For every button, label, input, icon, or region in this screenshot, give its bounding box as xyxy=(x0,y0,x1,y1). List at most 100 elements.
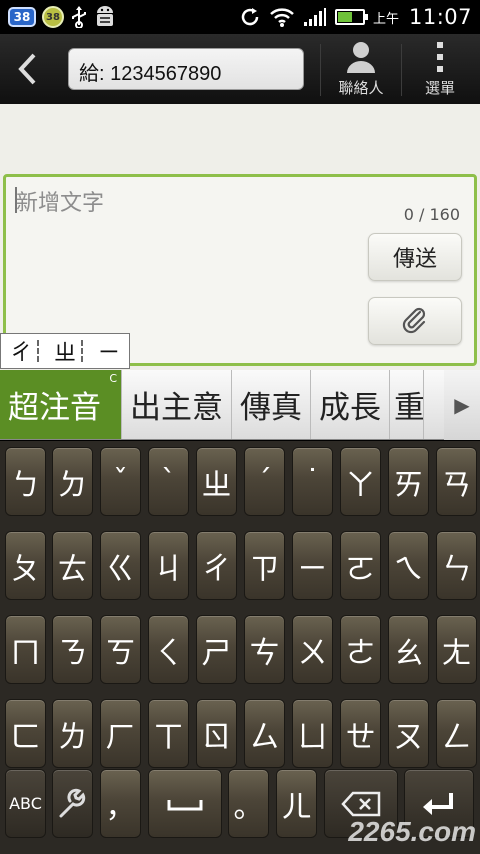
key-label: ㄤ xyxy=(441,635,472,671)
zhuyin-key[interactable]: ㄛ xyxy=(340,531,381,600)
input-mode-button[interactable]: 超注音 C xyxy=(0,370,122,439)
backspace-icon xyxy=(341,791,381,816)
zhuyin-key[interactable]: ㄔ xyxy=(196,531,237,600)
wrench-icon xyxy=(59,788,85,817)
send-label: 傳送 xyxy=(392,247,437,272)
zhuyin-key[interactable]: ㄇ xyxy=(5,615,46,684)
candidate-bar: 超注音 C 出主意 傳真 成長 重 ▶ xyxy=(0,370,480,440)
composition-preedit: ㄔ ㄓ ㄧ xyxy=(0,333,131,369)
key-label: ㄢ xyxy=(441,467,472,503)
key-label: ˇ xyxy=(113,464,128,499)
zhuyin-key[interactable]: ㄗ xyxy=(244,531,285,600)
zhuyin-key[interactable]: ˙ xyxy=(292,447,333,516)
divider xyxy=(401,44,402,96)
back-button[interactable] xyxy=(0,34,54,104)
key-label: ㄝ xyxy=(345,719,376,755)
usb-icon xyxy=(72,6,86,28)
zhuyin-key[interactable]: ㄊ xyxy=(52,531,93,600)
zhuyin-key[interactable]: ㄜ xyxy=(340,615,381,684)
more-candidates-button[interactable]: ▶ xyxy=(444,370,480,440)
am-pm-label: 上午 xyxy=(372,11,399,27)
overflow-menu-icon xyxy=(437,41,443,72)
notification-badge: 38 xyxy=(8,7,36,27)
zhuyin-key[interactable]: ㄟ xyxy=(388,531,429,600)
key-label: ㄖ xyxy=(201,719,232,755)
title-bar: 給: 1234567890 聯絡人 選單 xyxy=(0,34,480,104)
zhuyin-key[interactable]: ㄖ xyxy=(196,699,237,768)
zhuyin-key[interactable]: ㄢ xyxy=(436,447,477,516)
zhuyin-key[interactable]: ㄧ xyxy=(292,531,333,600)
zhuyin-key[interactable]: ㄆ xyxy=(5,531,46,600)
send-button[interactable]: 傳送 xyxy=(368,233,462,281)
zhuyin-key[interactable]: ㄅ xyxy=(5,447,46,516)
wifi-icon xyxy=(270,8,294,27)
key-label: ㄉ xyxy=(57,467,88,503)
zhuyin-key[interactable]: ㄝ xyxy=(340,699,381,768)
recipient-field[interactable]: 給: 1234567890 xyxy=(68,48,304,90)
key-label: ㄏ xyxy=(105,719,136,755)
key-label: ㄩ xyxy=(297,719,328,755)
zhuyin-key[interactable]: ㄈ xyxy=(5,699,46,768)
zhuyin-key[interactable]: ㄉ xyxy=(52,447,93,516)
key-label: ㄒ xyxy=(153,719,184,755)
zhuyin-key[interactable]: ㄨ xyxy=(292,615,333,684)
zhuyin-key[interactable]: ㄕ xyxy=(196,615,237,684)
message-input[interactable]: 新增文字 xyxy=(16,185,104,217)
zhuyin-key[interactable]: ㄣ xyxy=(436,531,477,600)
preedit-syllable: ㄔ xyxy=(10,341,33,366)
abc-label: ABC xyxy=(9,794,42,813)
zhuyin-key[interactable]: ㄏ xyxy=(100,699,141,768)
zhuyin-key[interactable]: ˊ xyxy=(244,447,285,516)
candidate-item[interactable]: 出主意 xyxy=(122,370,232,439)
menu-button[interactable]: 選單 xyxy=(408,34,472,104)
zhuyin-key[interactable]: ㄑ xyxy=(148,615,189,684)
zhuyin-key[interactable]: ㄞ xyxy=(388,447,429,516)
zhuyin-key[interactable]: ㄠ xyxy=(388,615,429,684)
zhuyin-key[interactable]: ㄋ xyxy=(52,615,93,684)
preedit-syllable: ㄓ xyxy=(54,341,77,366)
zhuyin-key[interactable]: ㄩ xyxy=(292,699,333,768)
space-key[interactable] xyxy=(148,769,222,838)
comma-key[interactable]: ， xyxy=(100,769,141,838)
candidate-item[interactable]: 重 xyxy=(390,370,424,439)
zhuyin-keyboard: ㄅㄉ ˇ ˋ ㄓ ˊ ˙ ㄚㄞㄢㄆㄊㄍㄐㄔㄗㄧㄛㄟㄣㄇㄋㄎㄑㄕㄘㄨㄜㄠㄤㄈㄌㄏㄒㄖㄙㄩㄝㄡㄥ… xyxy=(0,441,480,854)
zhuyin-key[interactable]: ˋ xyxy=(148,447,189,516)
status-bar: 38 38 上午 11:07 xyxy=(0,0,480,34)
key-label: ˊ xyxy=(257,464,272,499)
zhuyin-key[interactable]: ㄍ xyxy=(100,531,141,600)
zhuyin-key[interactable]: ˇ xyxy=(100,447,141,516)
key-label: ㄛ xyxy=(345,551,376,587)
zhuyin-key[interactable]: ㄓ xyxy=(196,447,237,516)
zhuyin-key[interactable]: ㄙ xyxy=(244,699,285,768)
zhuyin-key[interactable]: ㄎ xyxy=(100,615,141,684)
contacts-button[interactable]: 聯絡人 xyxy=(330,34,392,104)
key-label: ㄎ xyxy=(105,635,136,671)
candidate-item[interactable]: 成長 xyxy=(311,370,390,439)
key-label: ㄇ xyxy=(10,635,41,671)
input-mode-label: 超注音 xyxy=(8,390,101,426)
paperclip-icon xyxy=(402,307,426,334)
divider xyxy=(320,44,321,96)
zhuyin-key[interactable]: ㄒ xyxy=(148,699,189,768)
zhuyin-key[interactable]: ㄚ xyxy=(340,447,381,516)
zhuyin-key[interactable]: ㄥ xyxy=(436,699,477,768)
key-label: ㄑ xyxy=(153,635,184,671)
key-label: ㄕ xyxy=(201,635,232,671)
key-label: ㄊ xyxy=(57,551,88,587)
preedit-syllable: ㄧ xyxy=(98,341,121,366)
period-label: 。 xyxy=(233,789,264,825)
zhuyin-key[interactable]: ㄐ xyxy=(148,531,189,600)
abc-key[interactable]: ABC xyxy=(5,769,46,838)
zhuyin-key[interactable]: ㄌ xyxy=(52,699,93,768)
key-label: ㄍ xyxy=(105,551,136,587)
er-key[interactable]: ㄦ xyxy=(276,769,317,838)
candidate-item[interactable]: 傳真 xyxy=(232,370,311,439)
attach-button[interactable] xyxy=(368,297,462,345)
zhuyin-key[interactable]: ㄘ xyxy=(244,615,285,684)
zhuyin-key[interactable]: ㄡ xyxy=(388,699,429,768)
key-label: ㄗ xyxy=(249,551,280,587)
period-key[interactable]: 。 xyxy=(228,769,269,838)
settings-key[interactable] xyxy=(52,769,93,838)
zhuyin-key[interactable]: ㄤ xyxy=(436,615,477,684)
key-label: ㄔ xyxy=(201,551,232,587)
